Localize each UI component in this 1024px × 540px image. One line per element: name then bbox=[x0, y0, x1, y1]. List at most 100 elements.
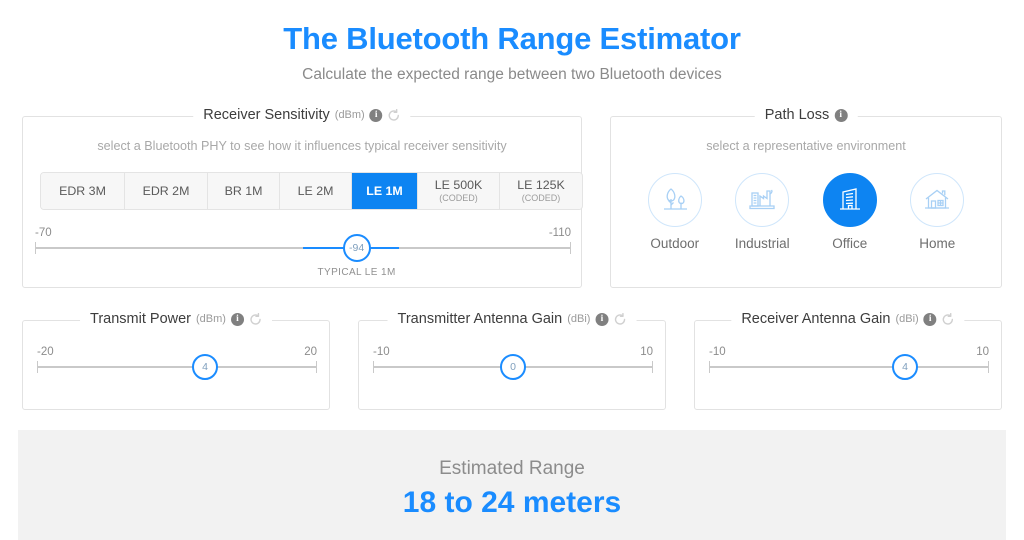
range-estimator-page: The Bluetooth Range Estimator Calculate … bbox=[0, 0, 1024, 540]
slider-cap-left bbox=[35, 242, 36, 254]
environment-option-industrial[interactable]: Industrial bbox=[719, 173, 807, 251]
slider-track[interactable] bbox=[709, 361, 989, 373]
phy-button-label: LE 500K bbox=[434, 178, 483, 193]
slider-handle[interactable]: 4 bbox=[892, 354, 918, 380]
phy-button-label: EDR 3M bbox=[59, 183, 106, 198]
receiver-antenna-gain-unit: (dBi) bbox=[895, 312, 919, 325]
slider-max-label: 20 bbox=[304, 346, 317, 358]
slider-handle[interactable]: 4 bbox=[192, 354, 218, 380]
path-loss-title: Path Loss bbox=[764, 107, 830, 123]
receiver-sensitivity-title: Receiver Sensitivity bbox=[203, 107, 330, 123]
phy-button-sublabel: (CODED) bbox=[439, 193, 478, 204]
transmit-power-slider[interactable]: -20 20 4 bbox=[37, 346, 317, 386]
slider-value: 4 bbox=[902, 361, 908, 373]
transmitter-antenna-gain-title: Transmitter Antenna Gain bbox=[397, 311, 563, 327]
phy-button-edr-2m[interactable]: EDR 2M bbox=[125, 173, 208, 209]
slider-handle[interactable]: 0 bbox=[500, 354, 526, 380]
slider-min-label: -20 bbox=[37, 346, 54, 358]
slider-cap-right bbox=[652, 361, 653, 373]
phy-button-le-500k[interactable]: LE 500K (CODED) bbox=[418, 173, 500, 209]
environment-circle bbox=[822, 173, 877, 227]
environment-circle bbox=[910, 173, 965, 227]
phy-button-label: LE 2M bbox=[297, 183, 334, 198]
phy-button-label: BR 1M bbox=[224, 183, 263, 198]
slider-max-label: -110 bbox=[548, 227, 571, 239]
page-subtitle: Calculate the expected range between two… bbox=[302, 66, 722, 84]
estimated-range-panel: Estimated Range 18 to 24 meters bbox=[18, 430, 1006, 540]
slider-cap-left bbox=[709, 361, 710, 373]
slider-cap-left bbox=[37, 361, 38, 373]
phy-button-sublabel: (CODED) bbox=[521, 193, 561, 204]
environment-circle bbox=[647, 173, 702, 227]
reset-icon[interactable] bbox=[942, 312, 955, 326]
transmitter-antenna-gain-unit: (dBi) bbox=[567, 312, 591, 325]
estimated-range-value: 18 to 24 meters bbox=[402, 486, 622, 519]
slider-min-label: -10 bbox=[373, 346, 390, 358]
receiver-antenna-gain-panel: Receiver Antenna Gain (dBi) i -10 10 4 bbox=[694, 312, 1002, 410]
transmitter-antenna-gain-panel: Transmitter Antenna Gain (dBi) i -10 10 … bbox=[358, 312, 666, 410]
slider-cap-right bbox=[570, 242, 571, 254]
slider-cap-left bbox=[373, 361, 374, 373]
transmitter-antenna-gain-legend: Transmitter Antenna Gain (dBi) i bbox=[387, 311, 637, 327]
info-icon[interactable]: i bbox=[230, 312, 244, 326]
environment-label: Home bbox=[919, 236, 956, 251]
receiver-sensitivity-unit: (dBm) bbox=[334, 108, 365, 121]
path-loss-panel: Path Loss i select a representative envi… bbox=[610, 108, 1002, 288]
environment-option-outdoor[interactable]: Outdoor bbox=[631, 173, 719, 251]
path-loss-legend: Path Loss i bbox=[754, 107, 858, 123]
slider-max-label: 10 bbox=[976, 346, 989, 358]
slider-track[interactable] bbox=[35, 242, 571, 254]
info-icon[interactable]: i bbox=[595, 312, 609, 326]
phy-selector-group[interactable]: EDR 3M EDR 2M BR 1M LE 2M LE 1M LE 500K … bbox=[40, 172, 583, 210]
phy-button-edr-3m[interactable]: EDR 3M bbox=[41, 173, 125, 209]
page-header: The Bluetooth Range Estimator Calculate … bbox=[0, 0, 1024, 84]
environment-selector-group[interactable]: Outdoor Industrial Office Home bbox=[631, 173, 981, 251]
phy-button-label: EDR 2M bbox=[142, 183, 190, 198]
phy-button-label: LE 125K bbox=[517, 178, 565, 193]
slider-track[interactable] bbox=[37, 361, 317, 373]
slider-value: 4 bbox=[202, 361, 208, 373]
environment-circle bbox=[735, 173, 790, 227]
reset-icon[interactable] bbox=[388, 108, 401, 122]
phy-button-label: LE 1M bbox=[366, 183, 403, 198]
slider-value: -94 bbox=[349, 242, 365, 254]
trees-icon bbox=[663, 188, 687, 210]
office-building-icon bbox=[839, 188, 860, 210]
info-icon[interactable]: i bbox=[834, 108, 848, 122]
reset-icon[interactable] bbox=[613, 312, 626, 326]
info-icon[interactable]: i bbox=[369, 108, 383, 122]
receiver-sensitivity-panel: Receiver Sensitivity (dBm) i select a Bl… bbox=[22, 108, 583, 288]
slider-value: 0 bbox=[510, 361, 516, 373]
house-icon bbox=[925, 189, 950, 209]
environment-label: Office bbox=[832, 236, 868, 251]
receiver-antenna-gain-slider[interactable]: -10 10 4 bbox=[709, 346, 989, 386]
transmit-power-unit: (dBm) bbox=[196, 312, 226, 325]
estimated-range-label: Estimated Range bbox=[439, 458, 585, 479]
slider-cap-right bbox=[988, 361, 989, 373]
environment-option-office[interactable]: Office bbox=[806, 173, 894, 251]
slider-handle-caption: TYPICAL LE 1M bbox=[317, 267, 396, 278]
info-icon[interactable]: i bbox=[923, 312, 937, 326]
receiver-sensitivity-slider[interactable]: -70 -110 -94 TYPICAL LE 1M bbox=[35, 227, 571, 278]
reset-icon[interactable] bbox=[249, 312, 262, 326]
environment-label: Industrial bbox=[734, 236, 790, 251]
transmitter-antenna-gain-slider[interactable]: -10 10 0 bbox=[373, 346, 653, 386]
phy-button-le-2m[interactable]: LE 2M bbox=[280, 173, 352, 209]
page-title: The Bluetooth Range Estimator bbox=[283, 21, 741, 56]
environment-option-home[interactable]: Home bbox=[894, 173, 982, 251]
phy-button-br-1m[interactable]: BR 1M bbox=[208, 173, 280, 209]
environment-label: Outdoor bbox=[650, 236, 700, 251]
slider-cap-right bbox=[316, 361, 317, 373]
phy-button-le-125k[interactable]: LE 125K (CODED) bbox=[500, 173, 582, 209]
transmit-power-panel: Transmit Power (dBm) i -20 20 4 bbox=[22, 312, 330, 410]
receiver-antenna-gain-legend: Receiver Antenna Gain (dBi) i bbox=[731, 311, 965, 327]
transmit-power-legend: Transmit Power (dBm) i bbox=[80, 312, 272, 327]
slider-max-label: 10 bbox=[640, 346, 653, 358]
phy-button-le-1m[interactable]: LE 1M bbox=[352, 173, 418, 209]
receiver-antenna-gain-title: Receiver Antenna Gain bbox=[741, 311, 891, 327]
slider-min-label: -70 bbox=[35, 227, 52, 239]
receiver-sensitivity-legend: Receiver Sensitivity (dBm) i bbox=[193, 107, 411, 123]
factory-icon bbox=[749, 189, 775, 210]
slider-handle[interactable]: -94 bbox=[342, 234, 371, 262]
transmit-power-title: Transmit Power bbox=[90, 311, 192, 327]
